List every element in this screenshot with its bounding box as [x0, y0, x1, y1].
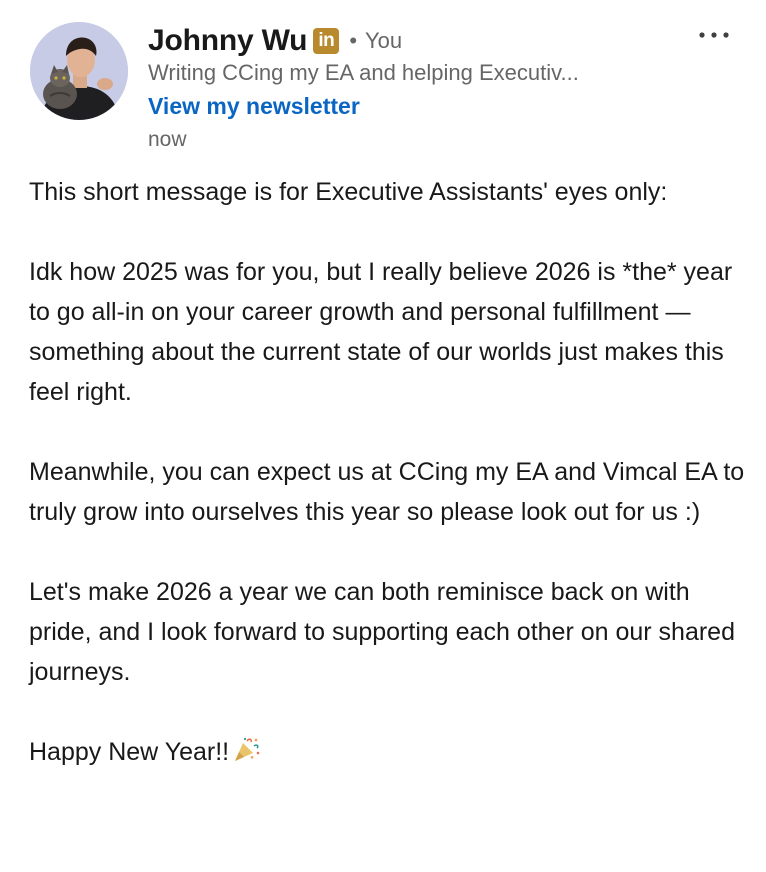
connection-degree: You [365, 28, 403, 53]
author-name[interactable]: Johnny Wu [148, 24, 308, 58]
linkedin-post: Johnny Wu in • You Writing CCing my EA a… [0, 0, 766, 872]
author-avatar[interactable] [30, 22, 128, 120]
post-body: This short message is for Executive Assi… [29, 172, 751, 775]
more-options-button[interactable] [692, 22, 736, 48]
separator-dot: • [349, 28, 358, 53]
author-headline: Writing CCing my EA and helping Executiv… [148, 60, 579, 85]
post-timestamp: now [148, 128, 187, 151]
badge-text: in [318, 30, 335, 51]
post-closing-line: Happy New Year!! [29, 732, 751, 775]
post-paragraph: Meanwhile, you can expect us at CCing my… [29, 458, 745, 526]
more-options-icon [699, 32, 729, 38]
party-popper-icon [233, 735, 261, 775]
post-paragraph: This short message is for Executive Assi… [29, 178, 668, 206]
author-name-row: Johnny Wu in • You [148, 22, 402, 60]
avatar-photo [30, 22, 128, 120]
post-paragraph: Idk how 2025 was for you, but I really b… [29, 258, 733, 406]
view-newsletter-link[interactable]: View my newsletter [148, 93, 360, 120]
post-closing: Happy New Year!! [29, 738, 230, 766]
linkedin-premium-badge-icon: in [313, 28, 340, 54]
post-paragraph: Let's make 2026 a year we can both remin… [29, 578, 735, 686]
